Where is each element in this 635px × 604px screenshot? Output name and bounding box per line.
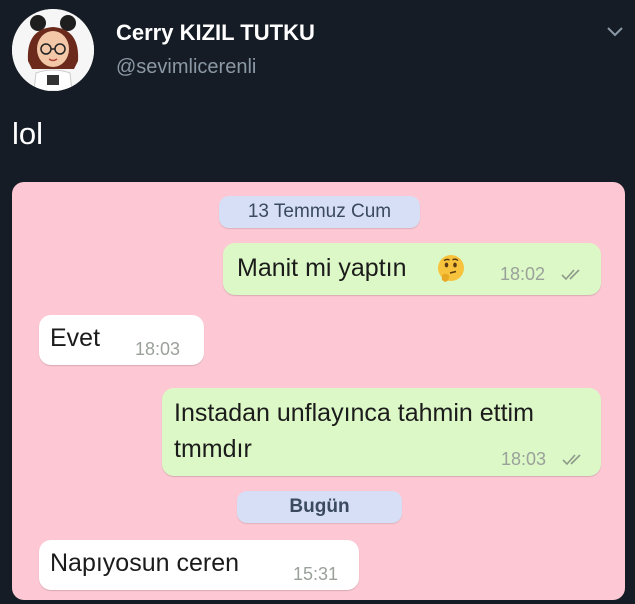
- message-text: Napıyosun ceren: [50, 549, 240, 577]
- message-bubble-incoming: Evet 18:03: [39, 315, 204, 365]
- message-text: Manit mi yaptın: [237, 254, 407, 282]
- message-time: 18:03: [135, 339, 181, 359]
- author-handle[interactable]: @sevimlicerenli: [116, 56, 256, 79]
- date-separator: Bugün: [237, 491, 402, 523]
- message-time: 18:03: [501, 449, 547, 469]
- message-bubble-incoming: Napıyosun ceren 15:31: [39, 540, 359, 590]
- tweet-text: lol: [12, 116, 44, 151]
- message-time: 18:02: [500, 264, 546, 284]
- thinking-face-emoji-icon: [436, 253, 466, 283]
- chevron-down-icon[interactable]: [606, 26, 624, 38]
- avatar[interactable]: [12, 9, 94, 91]
- double-check-icon: [561, 268, 587, 282]
- chat-screenshot: 13 Temmuz Cum Manit mi yaptın 18:02 Evet…: [12, 182, 625, 600]
- message-text-line: tmmdır: [174, 435, 252, 463]
- author-display-name[interactable]: Cerry KIZIL TUTKU: [116, 20, 315, 46]
- message-text-line: Instadan unflayınca tahmin ettim: [174, 399, 534, 427]
- date-separator: 13 Temmuz Cum: [219, 196, 420, 228]
- message-bubble-outgoing: Manit mi yaptın 18:02: [223, 243, 601, 295]
- message-time: 15:31: [293, 564, 339, 584]
- message-text: Evet: [50, 324, 101, 352]
- message-bubble-outgoing: Instadan unflayınca tahmin ettim tmmdır …: [162, 388, 601, 476]
- double-check-icon: [562, 453, 588, 467]
- cartoon-girl-avatar-icon: [12, 9, 94, 91]
